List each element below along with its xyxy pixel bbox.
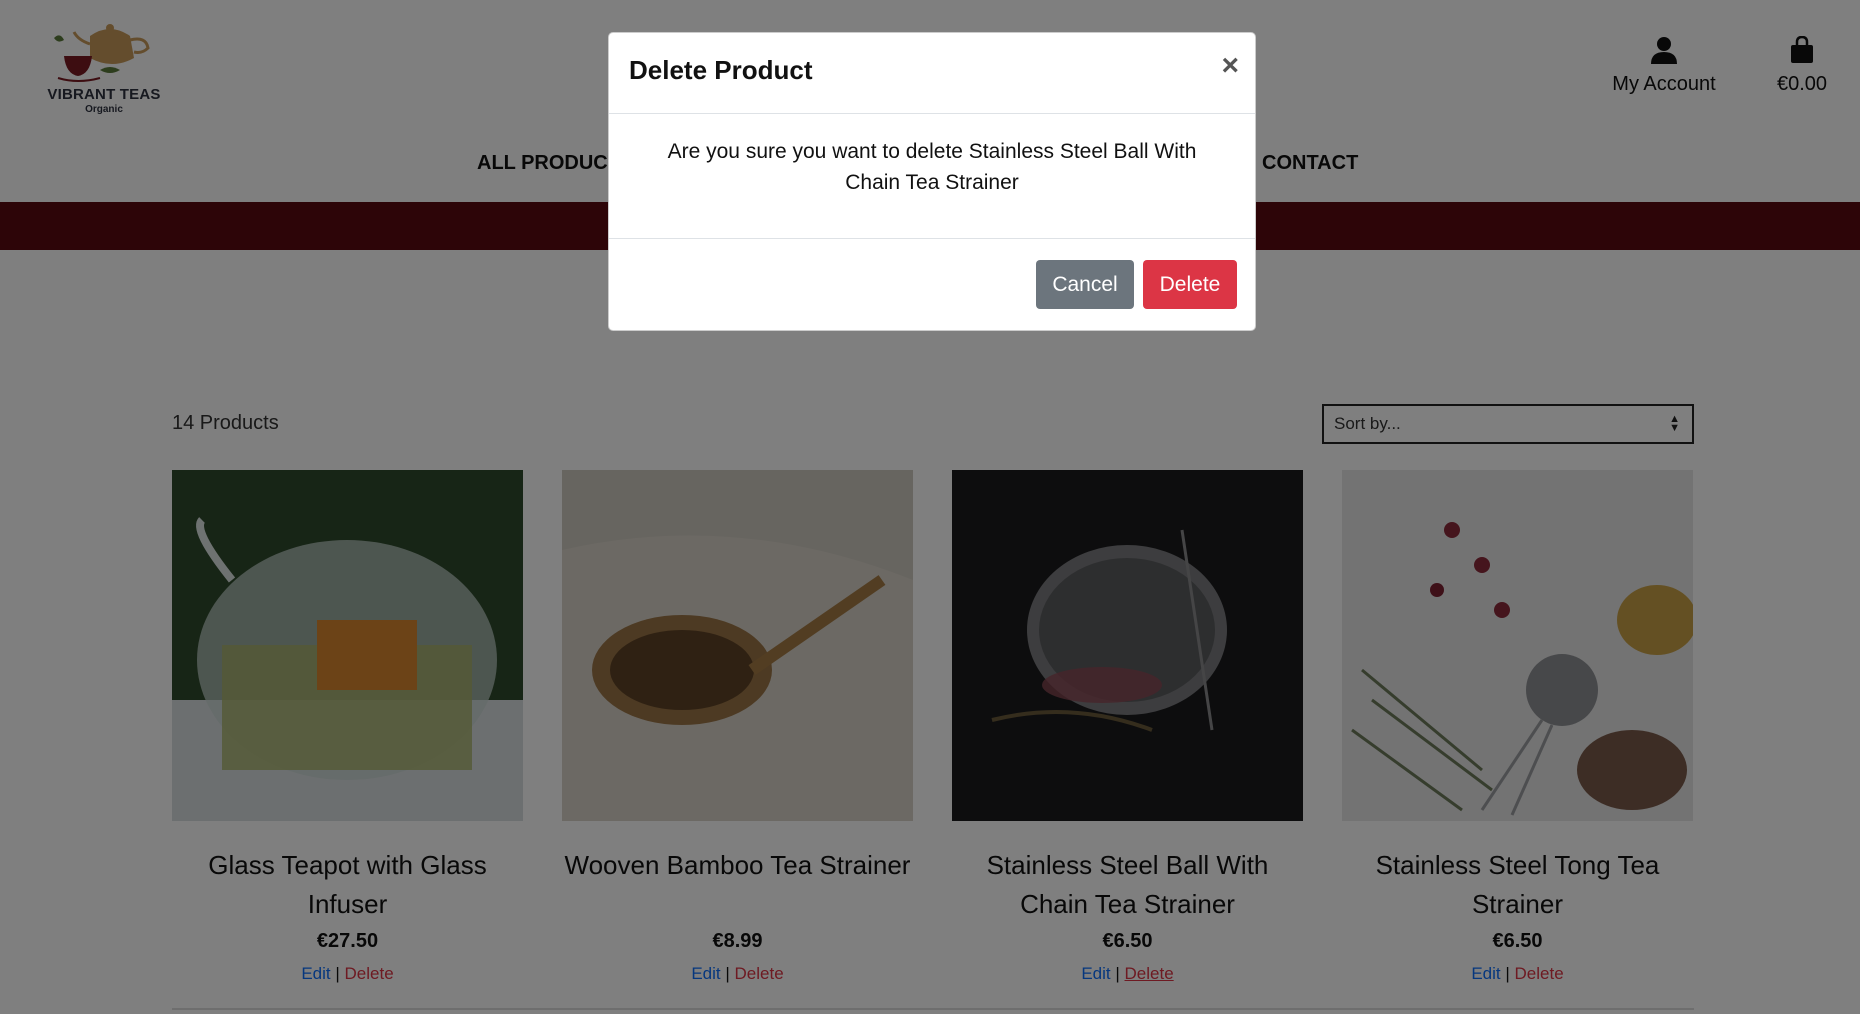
close-icon[interactable]: ×	[1221, 51, 1239, 81]
modal-message: Are you sure you want to delete Stainles…	[609, 114, 1255, 239]
delete-product-modal: Delete Product × Are you sure you want t…	[608, 32, 1256, 331]
confirm-delete-button[interactable]: Delete	[1143, 260, 1237, 309]
modal-footer: Cancel Delete	[609, 239, 1255, 331]
modal-header: Delete Product ×	[609, 33, 1255, 114]
cancel-button[interactable]: Cancel	[1036, 260, 1134, 309]
modal-title: Delete Product	[629, 55, 813, 85]
